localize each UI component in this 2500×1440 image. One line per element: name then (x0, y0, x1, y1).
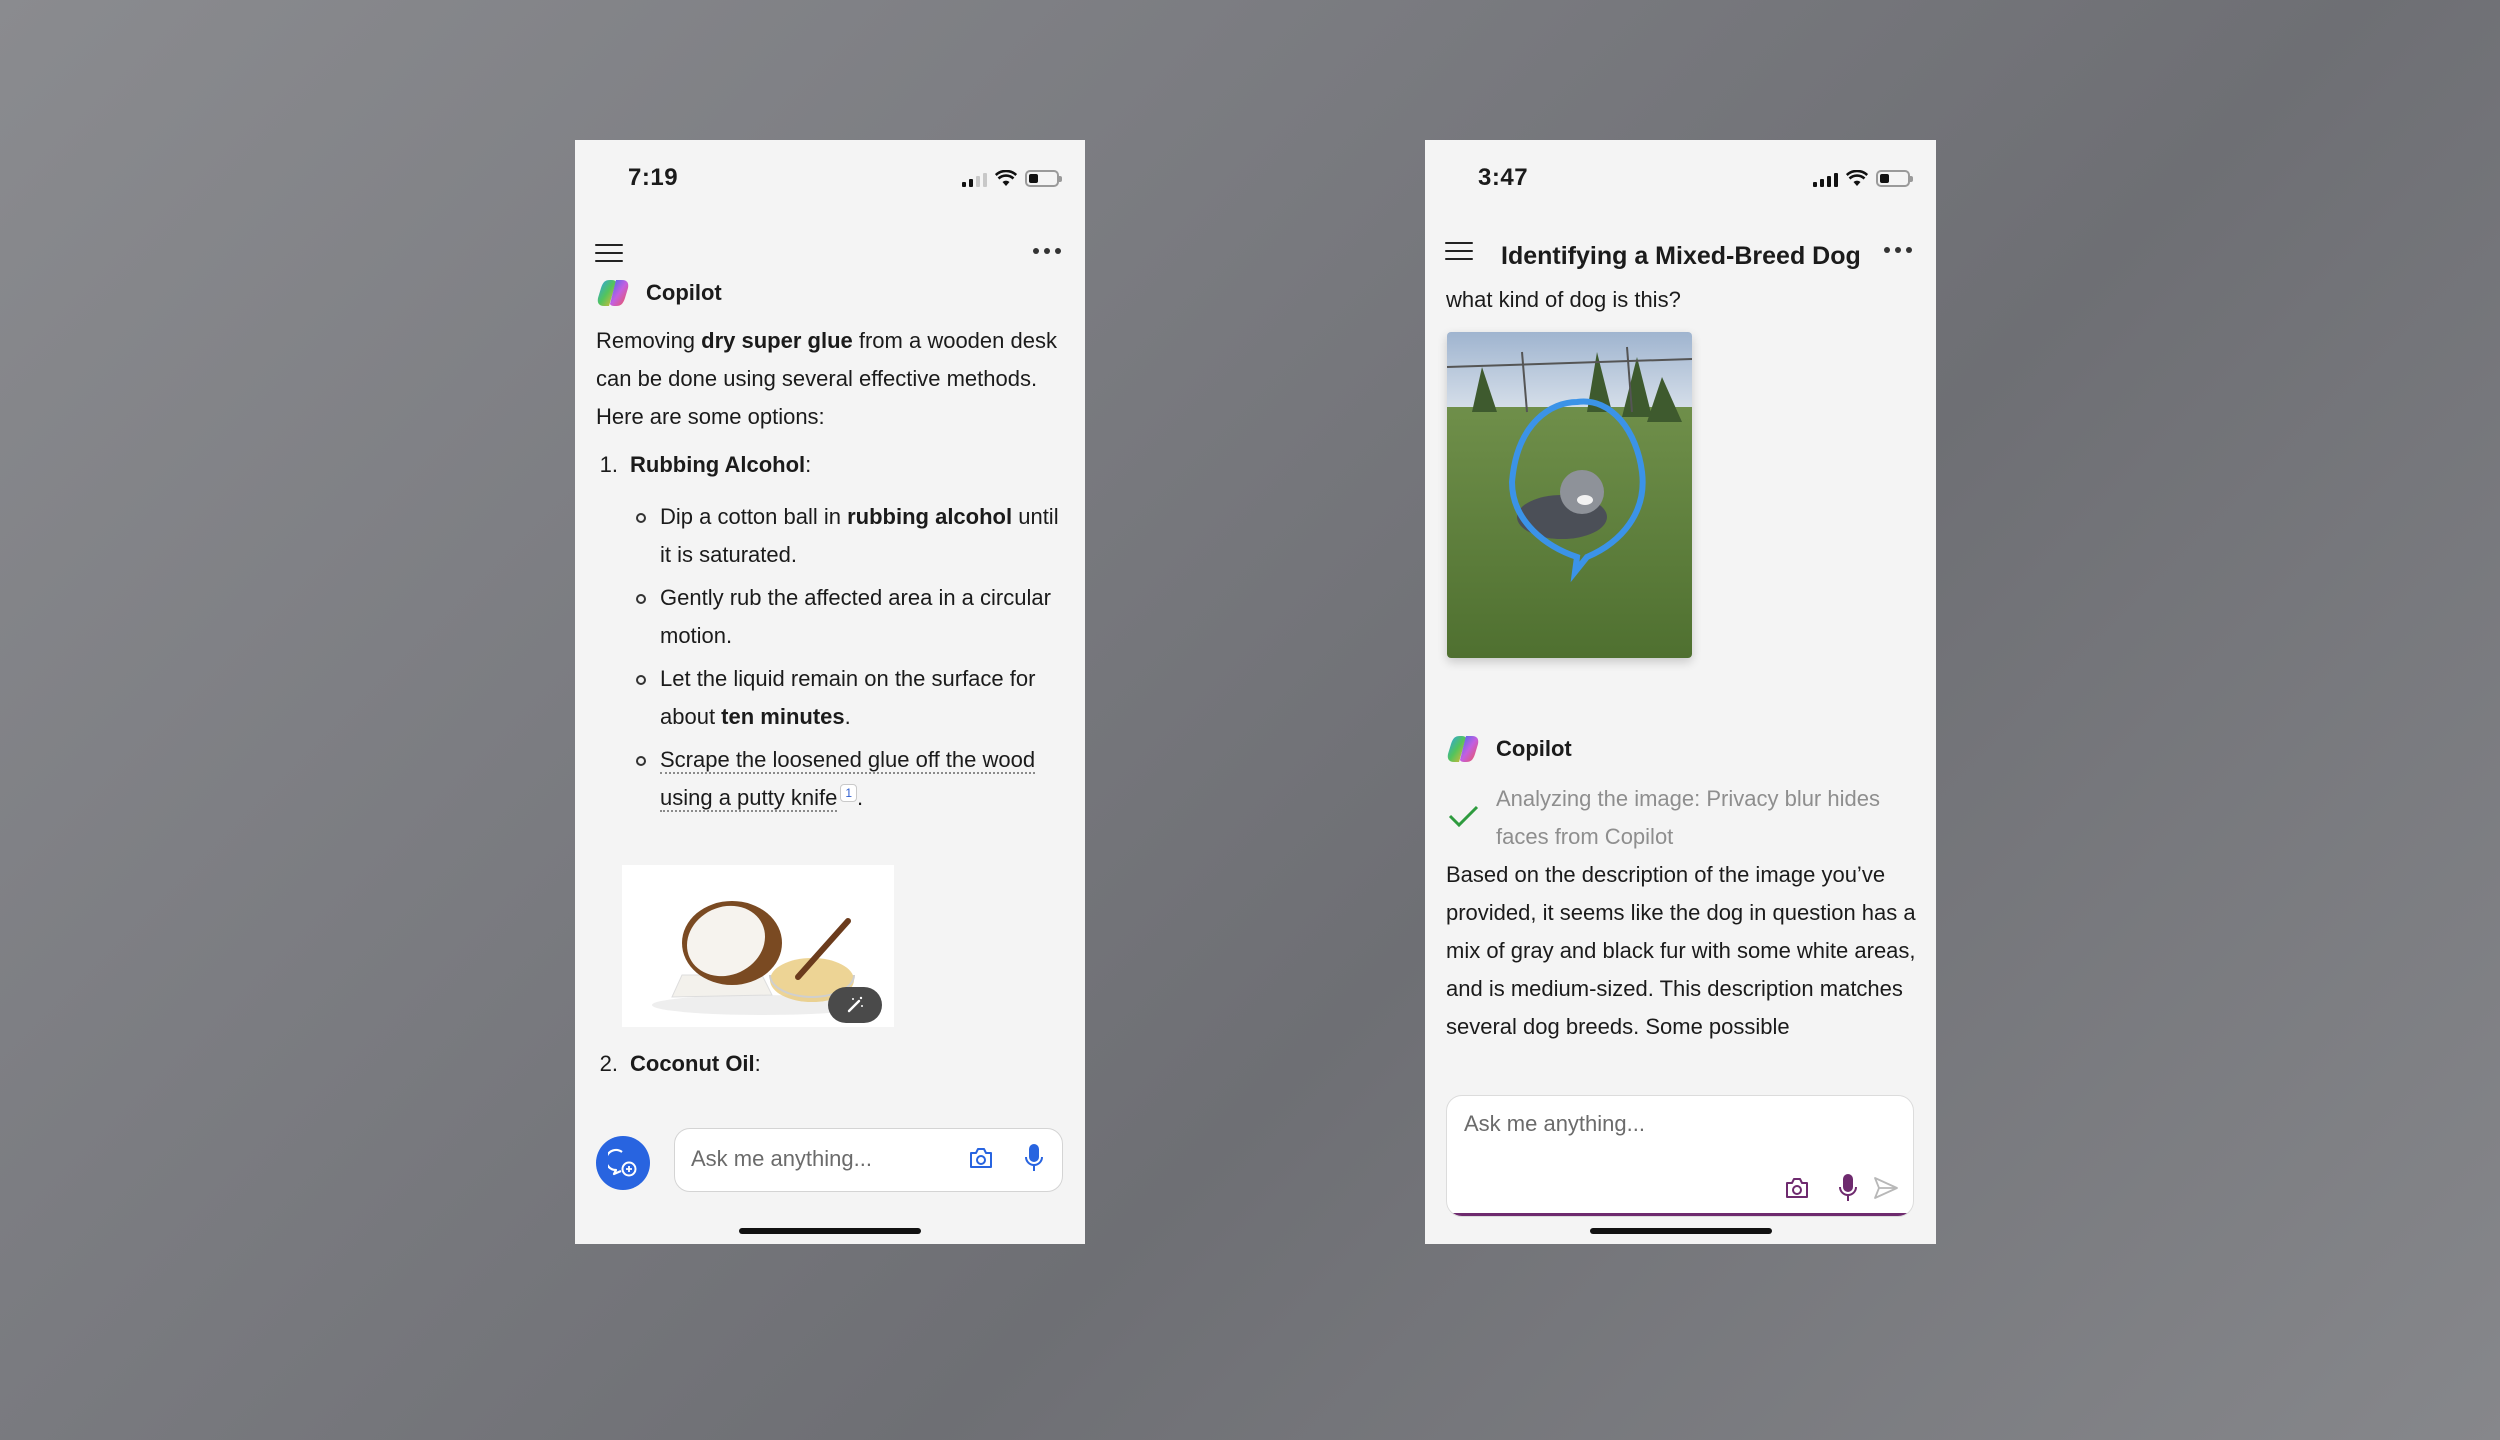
composer-bar (575, 1126, 1085, 1244)
wifi-icon (1846, 170, 1868, 186)
more-options-icon[interactable] (1884, 247, 1912, 253)
message-input-container (674, 1128, 1063, 1192)
message-input[interactable] (689, 1145, 933, 1173)
method-heading: 1. Rubbing Alcohol: (599, 452, 812, 477)
battery-icon (1876, 170, 1913, 187)
microphone-button[interactable] (1024, 1143, 1044, 1173)
hamburger-icon[interactable] (595, 240, 623, 264)
citation-badge[interactable]: 1 (840, 783, 858, 802)
camera-icon (1786, 1178, 1808, 1198)
list-item: Scrape the loosened glue off the wood us… (636, 741, 1065, 817)
home-indicator (739, 1228, 921, 1234)
phone-screen-right: 3:47 Identifying a Mixed-Breed Dog what … (1425, 140, 1936, 1244)
message-input-container (1446, 1095, 1914, 1217)
analysis-status: Analyzing the image: Privacy blur hides … (1446, 780, 1916, 856)
conversation-title: Identifying a Mixed-Breed Dog (1501, 242, 1861, 270)
user-uploaded-dog-image[interactable] (1447, 332, 1692, 658)
new-chat-icon (608, 1148, 637, 1177)
sender-name: Copilot (646, 280, 722, 305)
response-text: Based on the description of the image yo… (1446, 862, 1916, 1039)
method-heading: 2. Coconut Oil: (599, 1051, 761, 1076)
status-bar: 3:47 (1425, 140, 1936, 220)
cellular-signal-icon (1813, 171, 1838, 187)
phone-screen-left: 7:19 Copilot Removing dry super glue fro… (575, 140, 1085, 1244)
new-chat-button[interactable] (596, 1136, 650, 1190)
status-bar: 7:19 (575, 140, 1085, 220)
wifi-icon (995, 170, 1017, 186)
user-message: what kind of dog is this? (1446, 287, 1681, 312)
dog-photo (1447, 332, 1692, 658)
send-button[interactable] (1873, 1176, 1899, 1200)
status-time: 3:47 (1478, 164, 1529, 191)
intro-paragraph: Removing dry super glue from a wooden de… (596, 328, 1057, 429)
list-item: Gently rub the affected area in a circul… (636, 579, 1065, 655)
magic-wand-icon (847, 996, 863, 1013)
copilot-logo-icon (1447, 736, 1479, 762)
status-time: 7:19 (628, 164, 679, 191)
send-icon (1874, 1177, 1898, 1199)
microphone-icon (1025, 1144, 1043, 1171)
camera-button[interactable] (968, 1146, 994, 1170)
cellular-signal-icon (962, 171, 987, 187)
composer-bar (1425, 1095, 1936, 1244)
battery-icon (1025, 170, 1062, 187)
camera-button[interactable] (1784, 1176, 1810, 1200)
copilot-response: Copilot Analyzing the image: Privacy blu… (1446, 730, 1916, 1046)
checkmark-icon (1448, 805, 1479, 828)
message-input[interactable] (1462, 1110, 1766, 1138)
magic-wand-button[interactable] (828, 987, 882, 1023)
home-indicator (1589, 1228, 1772, 1234)
hamburger-icon[interactable] (1445, 238, 1473, 262)
chat-message: Copilot Removing dry super glue from a w… (596, 274, 1065, 822)
more-options-icon[interactable] (1033, 248, 1061, 254)
sender-name: Copilot (1496, 736, 1572, 761)
copilot-logo-icon (597, 280, 629, 306)
coconut-oil-image[interactable] (622, 865, 894, 1027)
camera-icon (970, 1148, 992, 1168)
list-item: Let the liquid remain on the surface for… (636, 660, 1065, 736)
steps-list: Dip a cotton ball in rubbing alcohol unt… (596, 498, 1065, 817)
microphone-button[interactable] (1838, 1173, 1858, 1203)
microphone-icon (1839, 1174, 1857, 1201)
source-link[interactable]: Scrape the loosened glue off the wood us… (660, 747, 1036, 812)
list-item: Dip a cotton ball in rubbing alcohol unt… (636, 498, 1065, 574)
